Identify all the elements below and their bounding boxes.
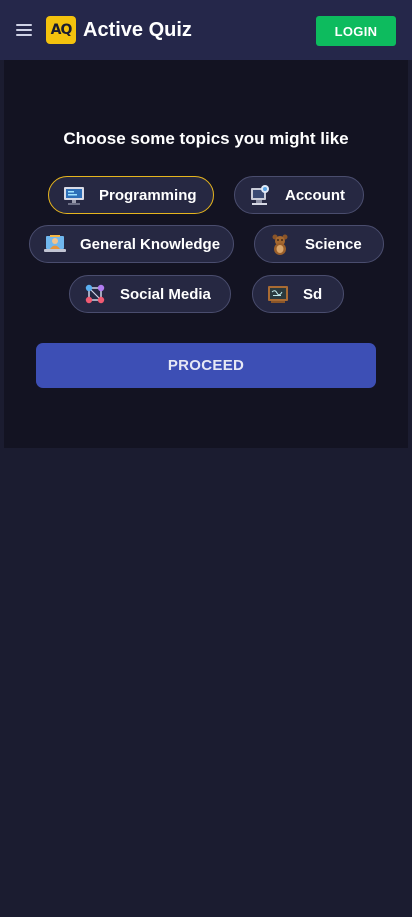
topic-chip-programming[interactable]: Programming [48, 176, 214, 214]
topic-label: Account [285, 186, 345, 204]
topic-chip-science[interactable]: Science [254, 225, 384, 263]
topic-selection-panel: Choose some topics you might like Progra… [4, 60, 408, 448]
accountant-desk-icon [251, 185, 269, 205]
app-title[interactable]: Active Quiz [83, 19, 192, 41]
logo-text: AQ [50, 22, 73, 38]
app-logo[interactable]: AQ [46, 16, 76, 44]
page-edge [0, 448, 4, 917]
login-button[interactable]: LOGIN [316, 16, 396, 46]
topic-chip-social-media[interactable]: Social Media [69, 275, 231, 313]
topic-label: Science [305, 235, 362, 253]
topic-label: Programming [99, 186, 197, 204]
chalkboard-icon [268, 286, 288, 303]
laptop-teacher-icon [44, 235, 66, 252]
topic-chip-general-knowledge[interactable]: General Knowledge [29, 225, 234, 263]
topic-chip-sd[interactable]: Sd [252, 275, 344, 313]
computer-monitor-icon [64, 187, 84, 205]
topic-label: Social Media [120, 285, 211, 303]
hamburger-menu-icon[interactable] [14, 21, 34, 39]
top-app-bar: AQ Active Quiz LOGIN [0, 0, 412, 60]
topics-heading: Choose some topics you might like [63, 129, 349, 148]
topic-label: Sd [303, 285, 323, 303]
network-nodes-icon [85, 284, 105, 304]
proceed-button[interactable]: PROCEED [36, 343, 376, 388]
topic-chip-account[interactable]: Account [234, 176, 364, 214]
topic-label: General Knowledge [80, 235, 221, 253]
brown-bear-icon [272, 234, 288, 255]
